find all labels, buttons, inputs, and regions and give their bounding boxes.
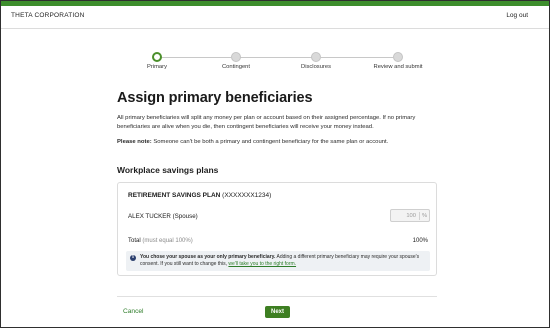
stepper-connector — [159, 56, 231, 58]
progress-stepper: Primary Contingent Disclosures Review an… — [1, 47, 549, 77]
beneficiary-name: ALEX TUCKER (Spouse) — [128, 213, 198, 220]
app-window: THETA CORPORATION Log out Primary Contin… — [0, 0, 550, 328]
step-disclosures-label: Disclosures — [301, 64, 331, 70]
page-title: Assign primary beneficiaries — [117, 90, 313, 106]
step-disclosures-dot — [311, 52, 321, 62]
header: THETA CORPORATION Log out — [1, 6, 549, 29]
note-label: Please note: — [117, 139, 152, 145]
info-text: You chose your spouse as your only prima… — [140, 254, 426, 268]
note-text: Someone can't be both a primary and cont… — [151, 139, 389, 145]
step-review-dot — [393, 52, 403, 62]
plan-card: RETIREMENT SAVINGS PLAN (XXXXXXX1234) AL… — [117, 182, 437, 276]
logout-link[interactable]: Log out — [506, 12, 528, 19]
percent-divider — [419, 212, 420, 220]
step-contingent-label: Contingent — [221, 64, 251, 70]
right-form-link[interactable]: we'll take you to the right form. — [228, 261, 296, 267]
section-title: Workplace savings plans — [117, 165, 219, 175]
brand-name: THETA CORPORATION — [11, 12, 85, 19]
total-label-text: Total — [128, 238, 141, 244]
total-label: Total (must equal 100%) — [128, 238, 193, 244]
percent-sign: % — [422, 212, 428, 219]
info-bold: You chose your spouse as your only prima… — [140, 254, 276, 260]
plan-title: RETIREMENT SAVINGS PLAN — [128, 192, 221, 199]
next-button[interactable]: Next — [265, 306, 290, 318]
info-banner: i You chose your spouse as your only pri… — [126, 251, 430, 271]
page-description: All primary beneficiaries will split any… — [117, 115, 416, 130]
footer-divider — [117, 296, 437, 297]
step-contingent-dot — [231, 52, 241, 62]
percent-input[interactable] — [391, 210, 417, 221]
cancel-button[interactable]: Cancel — [123, 308, 144, 315]
stepper-connector — [321, 56, 393, 58]
percent-field[interactable]: % — [390, 209, 430, 222]
plan-name: RETIREMENT SAVINGS PLAN (XXXXXXX1234) — [128, 192, 271, 199]
step-primary-dot — [152, 52, 162, 62]
step-primary-label: Primary — [147, 64, 167, 70]
total-hint: (must equal 100%) — [140, 238, 193, 244]
page-note: Please note: Someone can't be both a pri… — [117, 138, 447, 147]
total-value: 100% — [412, 238, 428, 244]
stepper-connector — [239, 56, 313, 58]
info-icon: i — [130, 254, 136, 261]
step-review-label: Review and submit — [373, 64, 423, 70]
plan-account-number: (XXXXXXX1234) — [220, 192, 272, 199]
